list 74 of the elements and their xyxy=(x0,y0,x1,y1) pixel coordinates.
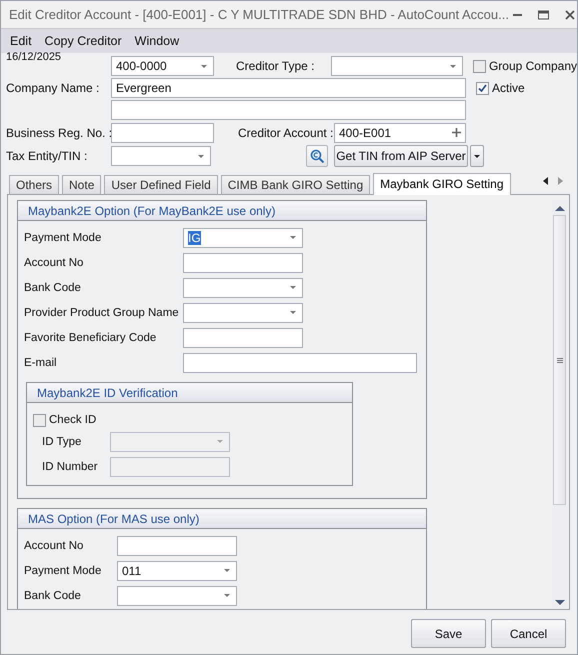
dropdown-field[interactable] xyxy=(183,302,303,322)
input-field[interactable] xyxy=(183,252,303,272)
dropdown-field[interactable] xyxy=(117,586,237,606)
grip-icon xyxy=(556,358,562,362)
tab[interactable]: Others xyxy=(9,175,60,194)
tab[interactable]: Note xyxy=(62,175,102,194)
tab[interactable]: User Defined Field xyxy=(104,175,218,194)
field-label: Bank Code xyxy=(24,282,82,294)
dropdown-field[interactable] xyxy=(111,146,211,166)
input-field[interactable] xyxy=(183,352,417,372)
group-title: Maybank2E ID Verification xyxy=(27,383,352,403)
dropdown-field[interactable]: 400-0000 xyxy=(111,56,214,76)
menu-item[interactable]: Copy Creditor xyxy=(44,34,122,48)
right-arrow-icon[interactable] xyxy=(558,177,563,185)
caret-icon xyxy=(450,64,456,68)
field-label: Provider Product Group Name xyxy=(24,306,180,318)
input-field[interactable]: 400-E001 xyxy=(334,122,466,142)
menu-item[interactable]: Edit xyxy=(10,34,32,48)
checkbox-label: Check ID xyxy=(49,414,96,426)
caret-icon xyxy=(201,64,207,68)
caret-icon xyxy=(224,569,230,572)
menu-item[interactable]: Window xyxy=(134,34,180,48)
plus-icon[interactable] xyxy=(452,128,461,137)
field-label: ID Number xyxy=(42,460,99,472)
caret-icon xyxy=(217,440,223,443)
input-field[interactable] xyxy=(111,122,214,142)
tab[interactable]: CIMB Bank GIRO Setting xyxy=(220,175,370,194)
caret-icon xyxy=(224,594,230,597)
input-field[interactable] xyxy=(183,328,303,348)
field-label: Creditor Type : xyxy=(236,59,316,73)
checkbox-label: Group Company xyxy=(488,59,577,73)
dialog-button[interactable]: Cancel xyxy=(491,619,566,648)
input-field[interactable] xyxy=(111,100,466,120)
dropdown-button[interactable] xyxy=(470,145,484,167)
dropdown-field[interactable] xyxy=(330,56,463,76)
close-icon[interactable] xyxy=(564,10,575,20)
field-label: Company Name : xyxy=(6,81,100,95)
checkbox-label: Active xyxy=(492,81,525,95)
field-label: Payment Mode xyxy=(24,564,102,576)
checkbox[interactable] xyxy=(33,414,46,426)
dropdown-field[interactable]: 011 xyxy=(117,560,237,580)
input-field[interactable]: Evergreen xyxy=(111,78,466,98)
field-label: E-mail xyxy=(24,356,58,368)
field-label: Account No xyxy=(24,540,84,552)
checkbox[interactable] xyxy=(472,60,486,72)
input-field[interactable] xyxy=(117,536,237,556)
caret-icon xyxy=(290,236,296,239)
field-label: Business Reg. No. : xyxy=(6,126,111,140)
dialog-button[interactable]: Save xyxy=(411,619,486,648)
group-title: Maybank2E Option (For MayBank2E use only) xyxy=(18,201,426,221)
get-tin-button[interactable]: Get TIN from AIP Server xyxy=(334,145,468,167)
scroll-down-icon[interactable] xyxy=(554,600,564,605)
caret-icon xyxy=(290,286,296,289)
field-label: ID Type xyxy=(42,436,82,448)
window-title: Edit Creditor Account - [400-E001] - C Y MULTITRADE SDN BHD - AutoCount Accou... xyxy=(9,7,509,22)
group-title: MAS Option (For MAS use only) xyxy=(18,509,426,529)
checkbox[interactable] xyxy=(476,82,489,94)
search-icon xyxy=(310,149,324,163)
dropdown-field[interactable] xyxy=(183,278,303,298)
tab[interactable]: Maybank GIRO Setting xyxy=(373,173,511,195)
field-label: Account No xyxy=(24,256,84,268)
field-label: Favorite Beneficiary Code xyxy=(24,332,158,344)
dropdown-field[interactable]: IG xyxy=(183,228,303,248)
field-label: Payment Mode xyxy=(24,232,102,244)
field-label: Bank Code xyxy=(24,590,82,602)
caret-icon xyxy=(198,154,204,158)
date-text: 16/12/2025 xyxy=(6,51,62,63)
search-button[interactable] xyxy=(306,145,328,167)
field-label: Creditor Account : xyxy=(238,126,334,140)
field-label: Tax Entity/TIN : xyxy=(6,149,88,163)
scroll-up-icon[interactable] xyxy=(554,206,564,211)
caret-icon xyxy=(290,311,296,314)
left-arrow-icon[interactable] xyxy=(543,177,548,185)
maximize-icon[interactable] xyxy=(538,10,549,20)
